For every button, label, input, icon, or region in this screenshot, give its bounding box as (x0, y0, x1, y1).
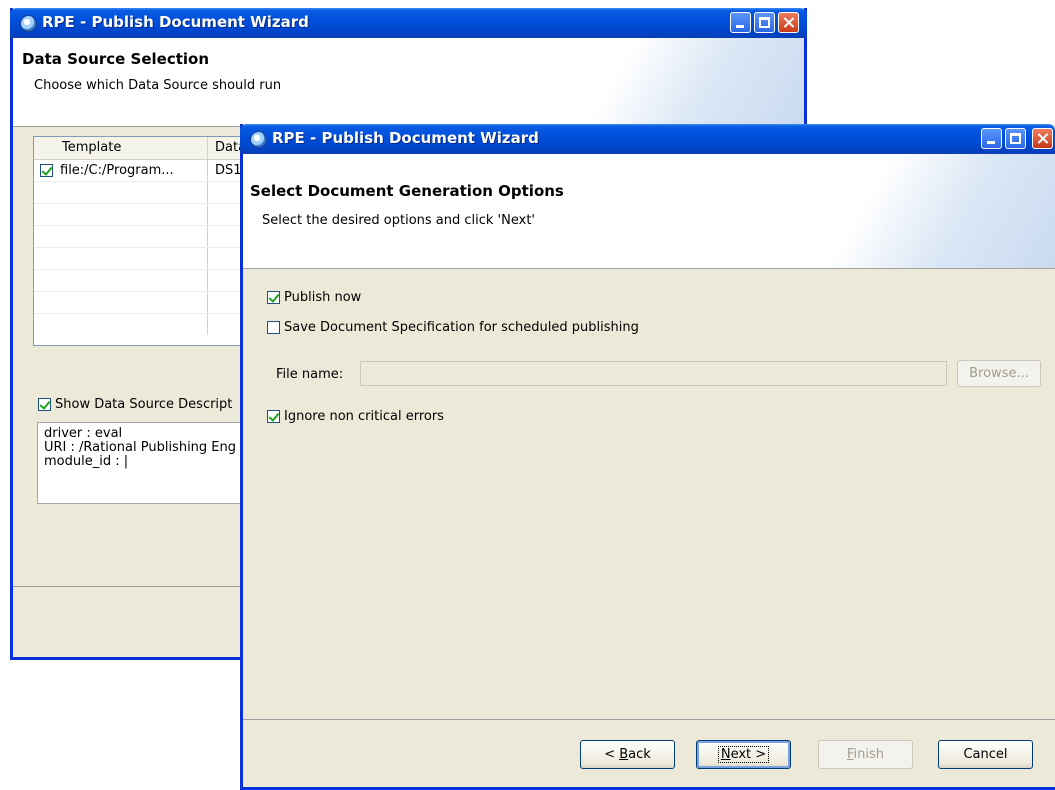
maximize-button[interactable] (754, 12, 775, 33)
ignore-errors-label: Ignore non critical errors (284, 409, 444, 424)
table-row (34, 226, 264, 248)
minimize-button[interactable] (981, 128, 1002, 149)
row-checkbox[interactable] (40, 164, 53, 177)
browse-button[interactable]: Browse... (957, 360, 1041, 387)
table-row (34, 292, 264, 314)
show-description-label: Show Data Source Descript (55, 397, 233, 412)
table-row (34, 182, 264, 204)
description-line: module_id : | (44, 454, 129, 469)
publish-now-option[interactable]: Publish now (267, 290, 361, 305)
publish-now-label: Publish now (284, 290, 362, 305)
maximize-button[interactable] (1005, 128, 1026, 149)
app-icon (20, 15, 37, 32)
column-template[interactable]: Template (62, 140, 121, 155)
finish-button: Finish (818, 740, 913, 769)
file-name-input[interactable] (360, 361, 947, 386)
next-button-rest: ext > (730, 747, 767, 762)
data-source-description: driver : eval URI : /Rational Publishing… (37, 422, 263, 504)
back-page-title: Data Source Selection (22, 50, 210, 68)
table-row (34, 270, 264, 292)
front-wizard-window: RPE - Publish Document Wizard Select Doc… (240, 124, 1055, 790)
close-button[interactable] (1032, 128, 1053, 149)
back-button-rest: ack (628, 747, 651, 762)
row-template-cell: file:/C:/Program... (60, 163, 174, 178)
back-header-banner: Data Source Selection Choose which Data … (13, 38, 804, 127)
table-row (34, 204, 264, 226)
back-button-prefix: < (604, 747, 620, 762)
show-description-option[interactable]: Show Data Source Descript (38, 397, 232, 412)
front-titlebar[interactable]: RPE - Publish Document Wizard (240, 124, 1055, 154)
app-icon (250, 131, 267, 148)
close-button[interactable] (778, 12, 799, 33)
front-footer-divider (243, 719, 1055, 720)
table-row (34, 314, 264, 335)
minimize-button[interactable] (730, 12, 751, 33)
front-window-title: RPE - Publish Document Wizard (272, 129, 539, 147)
save-spec-label: Save Document Specification for schedule… (284, 320, 639, 335)
table-row[interactable]: file:/C:/Program... DS1 (34, 160, 264, 182)
data-source-table: Template Data file:/C:/Program... DS1 (33, 136, 265, 346)
ignore-errors-checkbox[interactable] (267, 410, 280, 423)
front-page-title: Select Document Generation Options (250, 182, 564, 200)
back-page-subtitle: Choose which Data Source should run (34, 78, 282, 93)
save-spec-checkbox[interactable] (267, 321, 280, 334)
next-button[interactable]: Next > (696, 740, 791, 769)
save-spec-option[interactable]: Save Document Specification for schedule… (267, 320, 639, 335)
row-data-cell: DS1 (215, 163, 242, 178)
file-name-label: File name: (276, 367, 344, 382)
back-window-title: RPE - Publish Document Wizard (42, 13, 309, 31)
table-header: Template Data (34, 137, 264, 160)
table-row (34, 248, 264, 270)
description-line: URI : /Rational Publishing Eng (44, 440, 237, 455)
show-description-checkbox[interactable] (38, 398, 51, 411)
front-header-banner: Select Document Generation Options Selec… (243, 154, 1055, 269)
next-button-mnemonic: N (720, 747, 731, 762)
ignore-errors-option[interactable]: Ignore non critical errors (267, 409, 444, 424)
next-button-label: Next > (717, 746, 770, 763)
cancel-button[interactable]: Cancel (938, 740, 1033, 769)
finish-button-rest: inish (853, 747, 885, 762)
back-titlebar[interactable]: RPE - Publish Document Wizard (10, 8, 807, 38)
back-button[interactable]: < Back (580, 740, 675, 769)
back-button-mnemonic: B (619, 747, 629, 762)
publish-now-checkbox[interactable] (267, 291, 280, 304)
description-line: driver : eval (44, 426, 123, 441)
front-page-subtitle: Select the desired options and click 'Ne… (262, 213, 535, 228)
